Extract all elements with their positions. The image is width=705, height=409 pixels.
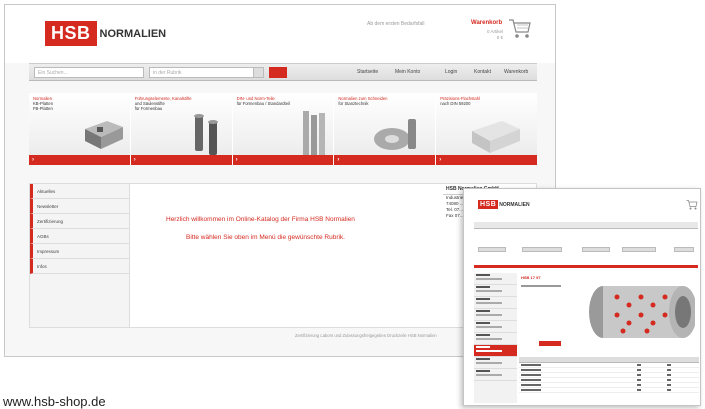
add-to-cart-button[interactable] — [539, 341, 561, 346]
welcome-instruction: Bitte wählen Sie oben im Menü die gewüns… — [186, 234, 345, 241]
plate-product-image — [85, 121, 123, 149]
product-title: HSB 17 97 — [521, 275, 541, 280]
filter-bar — [474, 241, 698, 267]
nav-login[interactable]: Login — [445, 69, 457, 75]
website-url: www.hsb-shop.de — [3, 394, 106, 409]
logo[interactable]: HSB NORMALIEN — [45, 21, 166, 46]
category-bar: › — [29, 155, 130, 165]
header: HSB NORMALIEN Ab dem ersten Bedarfsfall … — [5, 5, 555, 63]
search-button[interactable] — [269, 67, 287, 78]
product-detail: HSB 17 97 — [519, 273, 699, 349]
category-tile[interactable]: Präzisions-Flachstahl nach DIN 59200 › — [436, 93, 537, 165]
side-menu-item[interactable]: Infos — [30, 259, 129, 274]
category-banner: Normalien KB-Platten FB-Platten › Führun… — [29, 93, 537, 165]
side-menu-item[interactable]: Impressum — [30, 244, 129, 259]
category-select[interactable]: in der Rubrik — [149, 67, 264, 78]
tagline: Ab dem ersten Bedarfsfall — [367, 21, 425, 27]
rods-product-image — [302, 111, 325, 157]
welcome-heading: Herzlich willkommen im Online-Katalog de… — [166, 216, 355, 223]
nav-home[interactable]: Startseite — [357, 69, 378, 75]
navigation-bar: Ein Suchen... in der Rubrik Startseite M… — [29, 63, 537, 81]
bushing-product-image — [589, 286, 695, 338]
logo-box: HSB — [45, 21, 97, 46]
main-content: Aktuelles Newsletter Zertifizierung AGBs… — [29, 183, 538, 328]
product-page-screenshot: HSB NORMALIEN HSB 17 97 — [463, 188, 701, 406]
product-category-menu — [474, 273, 517, 403]
logo[interactable]: HSB NORMALIEN — [478, 200, 530, 209]
logo-box: HSB — [478, 200, 499, 209]
table-row[interactable] — [519, 388, 699, 393]
product-category-item-active[interactable] — [474, 345, 517, 357]
arrow-right-icon: › — [235, 157, 238, 163]
product-variant-table — [519, 357, 699, 403]
product-category-item[interactable] — [474, 309, 517, 321]
cart-icon[interactable] — [508, 17, 532, 39]
category-tile[interactable]: Führungselemente, Kanalstifte und Säulen… — [130, 93, 233, 165]
logo-text: NORMALIEN — [99, 27, 167, 40]
product-category-item[interactable] — [474, 357, 517, 369]
chevron-down-icon — [253, 68, 263, 77]
pins-product-image — [193, 114, 218, 155]
product-category-item[interactable] — [474, 273, 517, 285]
arrow-right-icon: › — [32, 157, 34, 163]
category-tile[interactable]: Normalien zum Schneiden für Stanztechnik… — [334, 93, 437, 165]
category-tile[interactable]: DIN- und Norm-Teile für Formenbau / Stan… — [232, 93, 335, 165]
category-tile[interactable]: Normalien KB-Platten FB-Platten › — [29, 93, 131, 165]
cart-label[interactable]: Warenkorb — [471, 20, 502, 26]
category-select-value: in der Rubrik — [153, 70, 182, 76]
side-menu-item[interactable]: AGBs — [30, 229, 129, 244]
footer-text: Zertifizierung Labors und Zulassungsfrei… — [295, 333, 437, 338]
nav-contact[interactable]: Kontakt — [474, 69, 491, 75]
category-subtitle: für Formenbau / Standardteil — [236, 101, 290, 106]
side-menu-item[interactable]: Newsletter — [30, 199, 129, 214]
red-divider — [474, 265, 698, 268]
arrow-right-icon: › — [337, 157, 340, 163]
product-category-item[interactable] — [474, 285, 517, 297]
category-bar: › — [334, 155, 436, 165]
side-menu: Aktuelles Newsletter Zertifizierung AGBs… — [30, 184, 130, 327]
category-subtitle: für Stanztechnik — [338, 101, 369, 106]
product-category-item[interactable] — [474, 297, 517, 309]
product-category-item[interactable] — [474, 333, 517, 345]
category-subtitle: nach DIN 59200 — [440, 101, 471, 106]
navigation-bar — [474, 222, 698, 229]
category-bar: › — [130, 155, 232, 165]
nav-account[interactable]: Mein Konto — [395, 69, 420, 75]
cart-total: 0 € — [496, 35, 503, 40]
nav-cart[interactable]: Warenkorb — [504, 69, 528, 75]
arrow-right-icon: › — [133, 157, 136, 163]
cart-icon[interactable] — [686, 199, 698, 210]
product-category-item[interactable] — [474, 369, 517, 381]
side-menu-item[interactable]: Zertifizierung — [30, 214, 129, 229]
search-input[interactable]: Ein Suchen... — [34, 67, 144, 78]
category-subtitle: und Säulenstifte für Formenbau — [134, 101, 165, 111]
category-bar: › — [436, 155, 537, 165]
product-category-item[interactable] — [474, 321, 517, 333]
category-bar: › — [232, 155, 334, 165]
logo-text: NORMALIEN — [499, 201, 530, 208]
arrow-right-icon: › — [439, 157, 442, 163]
side-menu-item[interactable]: Aktuelles — [30, 184, 129, 199]
cart-summary: 0 Artikel 0 € — [475, 29, 503, 41]
flat-steel-product-image — [472, 121, 521, 153]
cutting-tool-product-image — [374, 119, 417, 150]
category-subtitle: KB-Platten FB-Platten — [33, 101, 54, 111]
